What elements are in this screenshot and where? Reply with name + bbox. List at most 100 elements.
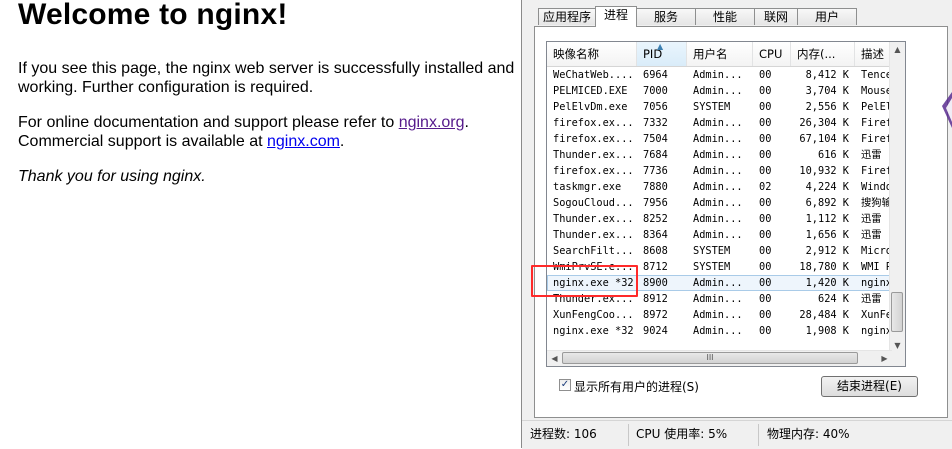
process-user: Admin... xyxy=(693,69,743,81)
process-memory: 2,556 K xyxy=(805,101,849,113)
process-row[interactable]: WeChatWeb.... 6964 Admin... 00 8,412 K Tencen xyxy=(547,67,895,83)
tab-processes[interactable]: 进程 xyxy=(595,6,637,27)
process-memory: 4,224 K xyxy=(805,181,849,193)
process-row[interactable]: firefox.ex... 7332 Admin... 00 26,304 K Firef… xyxy=(547,115,895,131)
process-pid: 7056 xyxy=(643,101,668,113)
process-user: Admin... xyxy=(693,149,743,161)
process-memory: 616 K xyxy=(818,149,849,161)
process-cpu: 00 xyxy=(759,325,772,337)
process-list-header: 映像名称 ▲ PID 用户名 CPU 内存(... 描述 xyxy=(547,42,905,67)
process-cpu: 00 xyxy=(759,101,772,113)
status-divider xyxy=(758,424,759,446)
period: . xyxy=(339,133,345,150)
horizontal-scroll-thumb[interactable]: III xyxy=(562,352,858,364)
support-paragraph: For online documentation and support ple… xyxy=(18,113,523,151)
tab-services[interactable]: 服务 xyxy=(636,8,696,25)
process-image-name: taskmgr.exe xyxy=(553,181,622,193)
process-row[interactable]: taskmgr.exe 7880 Admin... 02 4,224 K Window xyxy=(547,179,895,195)
process-row[interactable]: Thunder.ex... 8252 Admin... 00 1,112 K 迅雷 xyxy=(547,211,892,227)
process-cpu: 00 xyxy=(759,277,772,289)
column-cpu[interactable]: CPU xyxy=(753,42,791,66)
process-user: Admin... xyxy=(693,277,743,289)
process-cpu: 00 xyxy=(759,117,772,129)
column-user-name[interactable]: 用户名 xyxy=(687,42,753,66)
vertical-scrollbar[interactable]: ▲ ▼ xyxy=(889,42,905,354)
horizontal-scrollbar[interactable]: ◀ III ▶ xyxy=(547,350,892,366)
process-pid: 7332 xyxy=(643,117,668,129)
process-cpu: 00 xyxy=(759,293,772,305)
status-bar: 进程数: 106 CPU 使用率: 5% 物理内存: 40% xyxy=(522,420,952,449)
commercial-support-text: Commercial support is available at xyxy=(18,133,267,150)
process-pid: 8252 xyxy=(643,213,668,225)
process-pid: 8712 xyxy=(643,261,668,273)
process-pid: 9024 xyxy=(643,325,668,337)
tab-applications[interactable]: 应用程序 xyxy=(538,8,596,25)
process-memory: 18,780 K xyxy=(799,261,849,273)
nginx-com-link[interactable]: nginx.com xyxy=(267,133,340,150)
process-cpu: 00 xyxy=(759,165,772,177)
scroll-up-arrow-icon[interactable]: ▲ xyxy=(890,42,905,58)
process-user: Admin... xyxy=(693,197,743,209)
process-memory: 10,932 K xyxy=(799,165,849,177)
process-memory: 2,912 K xyxy=(805,245,849,257)
column-memory[interactable]: 内存(... xyxy=(791,42,855,66)
column-pid[interactable]: ▲ PID xyxy=(637,42,687,66)
process-user: Admin... xyxy=(693,309,743,321)
physical-memory: 物理内存: 40% xyxy=(767,427,850,441)
scroll-left-arrow-icon[interactable]: ◀ xyxy=(547,351,562,366)
column-image-name[interactable]: 映像名称 xyxy=(547,42,637,66)
process-user: Admin... xyxy=(693,229,743,241)
page-title: Welcome to nginx! xyxy=(18,0,288,31)
process-memory: 1,656 K xyxy=(805,229,849,241)
process-row[interactable]: nginx.exe *32 9024 Admin... 00 1,908 Knginx. xyxy=(547,323,895,339)
process-row[interactable]: Thunder.ex... 7684 Admin... 00 616 K 迅雷 xyxy=(547,147,892,163)
process-cpu: 00 xyxy=(759,229,772,241)
end-process-button[interactable]: 结束进程(E) xyxy=(821,376,918,397)
process-image-name: WeChatWeb.... xyxy=(553,69,634,81)
checkbox-checked-icon[interactable]: ✓ xyxy=(559,379,571,391)
process-row[interactable]: firefox.ex... 7736 Admin... 00 10,932 K Firef… xyxy=(547,163,895,179)
process-image-name: Thunder.ex... xyxy=(553,213,634,225)
thank-you-message: Thank you for using nginx. xyxy=(18,168,206,185)
process-memory: 67,104 K xyxy=(799,133,849,145)
cpu-usage: CPU 使用率: 5% xyxy=(636,427,728,441)
process-user: Admin... xyxy=(693,181,743,193)
scrollbar-corner xyxy=(890,351,905,366)
process-image-name: XunFengCoo... xyxy=(553,309,634,321)
process-cpu: 00 xyxy=(759,149,772,161)
process-user: SYSTEM xyxy=(693,101,731,113)
vertical-scroll-thumb[interactable] xyxy=(891,292,903,332)
task-manager-window: 应用程序 进程 服务 性能 联网 用户 映像名称 ▲ PID 用户名 CPU 内存… xyxy=(521,0,952,449)
process-pid: 7684 xyxy=(643,149,668,161)
sort-ascending-icon: ▲ xyxy=(657,42,664,51)
process-memory: 8,412 K xyxy=(805,69,849,81)
nginx-org-link[interactable]: nginx.org xyxy=(399,114,465,131)
process-image-name: firefox.ex... xyxy=(553,165,634,177)
process-image-name: PELMICED.EXE xyxy=(553,85,628,97)
process-row[interactable]: PELMICED.EXE 7000 Admin... 00 3,704 K Mouse xyxy=(547,83,892,99)
process-cpu: 00 xyxy=(759,213,772,225)
process-row[interactable]: firefox.ex... 7504 Admin... 00 67,104 K Firef… xyxy=(547,131,895,147)
process-image-name: firefox.ex... xyxy=(553,133,634,145)
process-row[interactable]: SogouCloud... 7956 Admin... 00 6,892 K 搜狗输 xyxy=(547,195,892,211)
tab-networking[interactable]: 联网 xyxy=(754,8,798,25)
process-memory: 6,892 K xyxy=(805,197,849,209)
process-row[interactable]: Thunder.ex... 8364 Admin... 00 1,656 K 迅雷 xyxy=(547,227,892,243)
tab-performance[interactable]: 性能 xyxy=(695,8,755,25)
process-pid: 7504 xyxy=(643,133,668,145)
process-cpu: 00 xyxy=(759,261,772,273)
support-text: For online documentation and support ple… xyxy=(18,114,399,131)
process-row[interactable]: XunFengCoo... 8972 Admin... 00 28,484 K XunFe… xyxy=(547,307,895,323)
process-user: Admin... xyxy=(693,85,743,97)
process-image-name: SearchFilt... xyxy=(553,245,634,257)
process-user: Admin... xyxy=(693,117,743,129)
annotation-highlight-box xyxy=(531,265,638,297)
process-memory: 1,112 K xyxy=(805,213,849,225)
process-row[interactable]: SearchFilt... 8608 SYSTEM 00 2,912 K Micros xyxy=(547,243,895,259)
process-image-name: firefox.ex... xyxy=(553,117,634,129)
process-row[interactable]: PelElvDm.exe 7056 SYSTEM 00 2,556 K PelElv xyxy=(547,99,895,115)
process-image-name: Thunder.ex... xyxy=(553,229,634,241)
process-user: SYSTEM xyxy=(693,261,731,273)
tab-users[interactable]: 用户 xyxy=(797,8,857,25)
process-list[interactable]: 映像名称 ▲ PID 用户名 CPU 内存(... 描述 WeChatWeb...… xyxy=(546,41,906,367)
